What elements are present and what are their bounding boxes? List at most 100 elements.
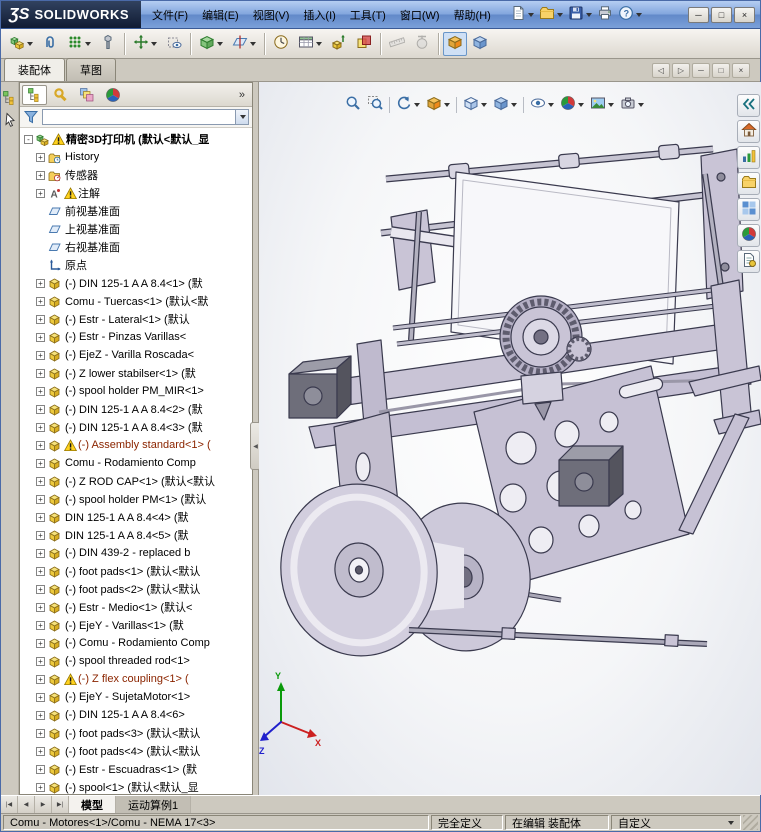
tree-item[interactable]: -精密3D打印机 (默认<默认_显 (22, 130, 252, 148)
scroll-first-button[interactable]: |◀ (1, 796, 18, 813)
next-document-button[interactable]: ▷ (672, 63, 690, 78)
save-button[interactable] (566, 3, 594, 26)
custom-properties-button[interactable] (737, 250, 760, 273)
view-palette-button[interactable] (737, 198, 760, 221)
file-explorer-button[interactable] (737, 172, 760, 195)
scroll-prev-button[interactable]: ◀ (18, 796, 35, 813)
propertymanager-tab[interactable] (48, 85, 73, 105)
tree-expander[interactable]: + (36, 441, 45, 450)
command-tab-0[interactable]: 装配体 (4, 58, 65, 81)
tree-expander[interactable]: + (36, 297, 45, 306)
assembly-features-button[interactable] (195, 32, 227, 56)
menu-item-5[interactable]: 窗口(W) (393, 4, 447, 26)
tree-item[interactable]: +(-) Estr - Medio<1> (默认< (22, 598, 252, 616)
scroll-next-button[interactable]: ▶ (35, 796, 52, 813)
display-style-button[interactable] (491, 94, 519, 115)
tree-expander[interactable]: + (36, 621, 45, 630)
design-library-button[interactable] (737, 146, 760, 169)
tree-expander[interactable]: + (36, 675, 45, 684)
tree-item[interactable]: 前视基准面 (22, 202, 252, 220)
menu-item-4[interactable]: 工具(T) (343, 4, 393, 26)
tree-expander[interactable]: + (36, 513, 45, 522)
tree-item[interactable]: +(-) DIN 125-1 A A 8.4<1> (默 (22, 274, 252, 292)
appearances-scenes-button[interactable] (737, 224, 760, 247)
tree-expander[interactable]: + (36, 639, 45, 648)
configurationmanager-tab[interactable] (74, 85, 99, 105)
select-tool-button[interactable] (2, 112, 18, 128)
tree-item[interactable]: +(-) DIN 439-2 - replaced b (22, 544, 252, 562)
tree-item[interactable]: +(-) EjeY - SujetaMotor<1> (22, 688, 252, 706)
panel-overflow-chevron[interactable]: » (239, 89, 250, 101)
tree-expander[interactable]: + (36, 729, 45, 738)
view-settings-button[interactable] (618, 94, 646, 115)
tree-item[interactable]: +Comu - Rodamiento Comp (22, 454, 252, 472)
section-view-button[interactable] (424, 94, 452, 115)
apply-scene-button[interactable] (588, 94, 616, 115)
smart-fasteners-button[interactable] (96, 32, 120, 56)
tree-item[interactable]: +(-) foot pads<4> (默认<默认 (22, 742, 252, 760)
tree-item[interactable]: +(-) spool<1> (默认<默认_显 (22, 778, 252, 794)
tree-item[interactable]: +DIN 125-1 A A 8.4<4> (默 (22, 508, 252, 526)
doc-restore-button[interactable]: □ (712, 63, 730, 78)
exploded-view-button[interactable] (327, 32, 351, 56)
print-button[interactable] (595, 3, 615, 26)
reference-geometry-button[interactable] (228, 32, 260, 56)
featuremanager-toggle-button[interactable] (2, 90, 18, 106)
tree-item[interactable]: +(-) Estr - Escuadras<1> (默 (22, 760, 252, 778)
tree-expander[interactable]: + (36, 747, 45, 756)
display-settings-button[interactable] (468, 32, 492, 56)
graphics-area[interactable]: Y X Z (259, 82, 761, 795)
tree-expander[interactable]: + (36, 279, 45, 288)
tree-expander[interactable]: + (36, 369, 45, 378)
tree-expander[interactable]: + (36, 423, 45, 432)
tree-item[interactable]: +(-) spool holder PM<1> (默认 (22, 490, 252, 508)
menu-item-3[interactable]: 插入(I) (296, 4, 342, 26)
tree-expander[interactable]: + (36, 459, 45, 468)
bill-of-materials-button[interactable] (294, 32, 326, 56)
tree-item[interactable]: +DIN 125-1 A A 8.4<5> (默 (22, 526, 252, 544)
menu-item-2[interactable]: 视图(V) (246, 4, 297, 26)
new-document-button[interactable] (508, 3, 536, 26)
close-button[interactable]: × (734, 7, 755, 23)
filter-dropdown-button[interactable] (235, 110, 248, 124)
new-motion-study-button[interactable] (269, 32, 293, 56)
tree-item[interactable]: +History (22, 148, 252, 166)
tree-expander[interactable]: + (36, 153, 45, 162)
tree-item[interactable]: +传感器 (22, 166, 252, 184)
tree-item[interactable]: +(-) Comu - Rodamiento Comp (22, 634, 252, 652)
doc-minimize-button[interactable]: ─ (692, 63, 710, 78)
tree-item[interactable]: +(-) spool threaded rod<1> (22, 652, 252, 670)
tree-item[interactable]: +Comu - Tuercas<1> (默认<默 (22, 292, 252, 310)
displaymanager-tab[interactable] (100, 85, 125, 105)
help-button[interactable]: ? (616, 3, 644, 26)
mate-button[interactable] (38, 32, 62, 56)
tree-expander[interactable]: + (36, 657, 45, 666)
tree-expander[interactable]: + (36, 315, 45, 324)
tree-item[interactable]: +(-) foot pads<1> (默认<默认 (22, 562, 252, 580)
menu-item-0[interactable]: 文件(F) (145, 4, 195, 26)
move-component-button[interactable] (129, 32, 161, 56)
doc-close-button[interactable]: × (732, 63, 750, 78)
tree-expander[interactable]: + (36, 585, 45, 594)
tree-expander[interactable]: + (36, 603, 45, 612)
tree-item[interactable]: +(-) Z ROD CAP<1> (默认<默认 (22, 472, 252, 490)
tree-item[interactable]: +(-) EjeZ - Varilla Roscada< (22, 346, 252, 364)
featuremanager-tab[interactable] (22, 85, 47, 105)
view-orientation-button[interactable] (461, 94, 489, 115)
zoom-to-area-button[interactable] (365, 94, 385, 115)
tree-expander[interactable]: + (36, 495, 45, 504)
tree-expander[interactable]: + (36, 693, 45, 702)
tree-item[interactable]: +(-) Assembly standard<1> ( (22, 436, 252, 454)
previous-view-button[interactable] (394, 94, 422, 115)
tree-expander[interactable]: + (36, 351, 45, 360)
tree-expander[interactable]: + (36, 477, 45, 486)
tree-expander[interactable]: + (36, 531, 45, 540)
tree-expander[interactable]: + (36, 549, 45, 558)
command-tab-1[interactable]: 草图 (66, 58, 116, 81)
tree-item[interactable]: 原点 (22, 256, 252, 274)
tree-item[interactable]: +(-) DIN 125-1 A A 8.4<3> (默 (22, 418, 252, 436)
menu-item-1[interactable]: 编辑(E) (195, 4, 246, 26)
tree-expander[interactable]: + (36, 333, 45, 342)
edit-appearance-button[interactable] (558, 94, 586, 115)
tree-item[interactable]: +(-) Z flex coupling<1> ( (22, 670, 252, 688)
